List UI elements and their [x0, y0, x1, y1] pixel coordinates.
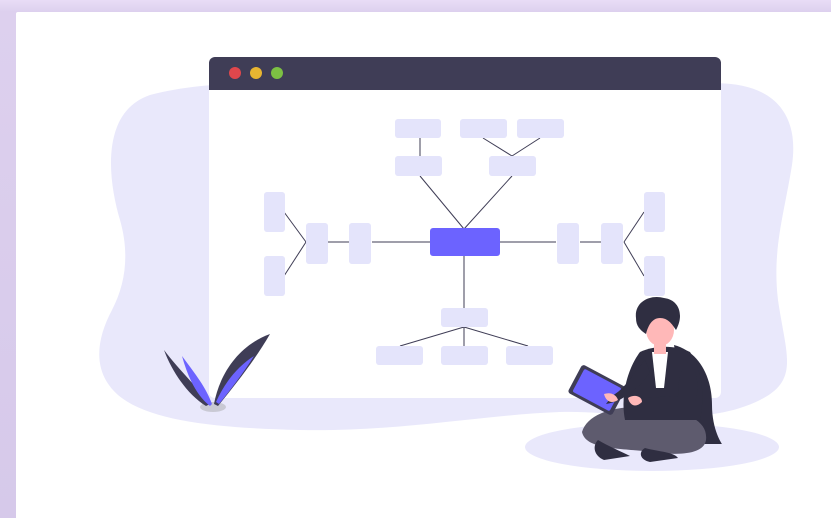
node-bottom: [441, 308, 488, 327]
mind-map-illustration: [99, 57, 794, 471]
node-left-far-top: [264, 192, 285, 232]
window-close-dot: [229, 67, 241, 79]
node-right-outer: [601, 223, 623, 264]
window-maximize-dot: [271, 67, 283, 79]
node-top-1: [395, 119, 441, 138]
central-node: [430, 228, 500, 256]
node-top-right: [489, 156, 536, 176]
node-top-left: [395, 156, 442, 176]
node-top-2: [460, 119, 507, 138]
node-right-far-top: [644, 192, 665, 232]
node-bottom-1: [376, 346, 423, 365]
node-right-far-bottom: [644, 256, 665, 296]
node-left-outer: [306, 223, 328, 264]
node-top-3: [517, 119, 564, 138]
node-left-far-bottom: [264, 256, 285, 296]
node-left-inner: [349, 223, 371, 264]
window-title-bar: [209, 57, 721, 90]
node-bottom-2: [441, 346, 488, 365]
node-bottom-3: [506, 346, 553, 365]
window-minimize-dot: [250, 67, 262, 79]
node-right-inner: [557, 223, 579, 264]
